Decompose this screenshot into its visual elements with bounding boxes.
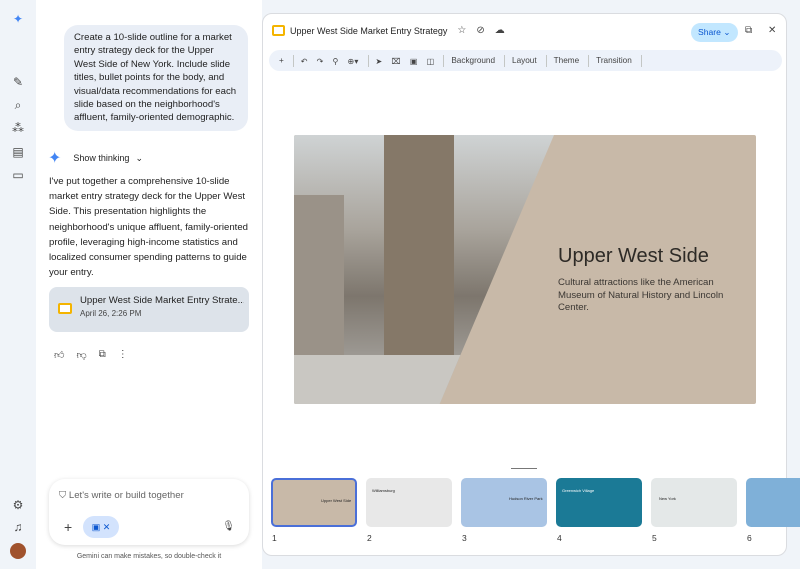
layout-button[interactable]: Layout [512,56,537,65]
presentation-title: Upper West Side Market Entry Strategy [290,26,447,36]
folder-icon[interactable]: ▭ [11,168,25,182]
settings-icon[interactable]: ⚙ [11,498,25,512]
chevron-down-icon: ⌄ [135,153,143,164]
left-rail: ✦ ✎ ⌕ ⁂ ▤ ▭ ⚙ ♫ [0,0,36,569]
slide-thumbnail[interactable]: Upper West Side [271,478,357,527]
image-icon[interactable]: ▣ [410,56,418,66]
cloud-icon[interactable]: ☁ [495,25,505,36]
slide-title: Upper West Side [558,245,709,268]
move-icon[interactable]: ⊘ [476,25,484,36]
slide-number: 1 [272,533,277,543]
doc-title: Upper West Side Market Entry Strate... [80,295,244,306]
thumbnail-title: Upper West Side [321,498,351,503]
slide-number: 3 [462,533,467,543]
gemini-logo-icon[interactable]: ✦ [11,12,25,26]
slide-thumbnail[interactable] [746,478,800,527]
close-icon[interactable]: ✕ [768,25,776,36]
open-external-icon[interactable]: ⧉ [745,25,752,36]
street-photo [294,135,554,404]
slides-icon [58,303,72,314]
show-thinking-label: Show thinking [73,153,129,163]
zoom-icon[interactable]: ⊕▾ [348,56,359,66]
slide-number: 6 [747,533,752,543]
thumbnail-title: Williamsburg [372,488,395,493]
slide-number: 2 [367,533,372,543]
paint-format-icon[interactable]: ⚲ [333,56,339,66]
shield-icon: ⛉ [59,490,69,501]
filmstrip-divider[interactable] [511,468,537,469]
canvas-tool-chip[interactable]: ▣ ✕ [83,516,119,538]
new-chat-icon[interactable]: ✎ [11,75,25,89]
slide-subtitle: Cultural attractions like the American M… [558,277,733,315]
slide-thumbnail[interactable]: Hudson River Park [461,478,547,527]
gemini-spark-icon: ✦ [48,148,61,168]
microphone-icon[interactable]: 🎙︎ [222,521,235,532]
document-card[interactable]: Upper West Side Market Entry Strate... Ap… [49,287,249,332]
search-icon[interactable]: ⌕ [11,98,25,112]
redo-icon[interactable]: ↷ [317,56,324,66]
share-label: Share [698,27,721,37]
star-icon[interactable]: ☆ [457,25,466,36]
thumbnail-title: Hudson River Park [509,496,543,501]
undo-icon[interactable]: ↶ [301,56,308,66]
input-placeholder: Let's write or build together [69,490,184,501]
background-button[interactable]: Background [451,56,495,65]
slide-thumbnail[interactable]: Greenwich Village [556,478,642,527]
response-text: I've put together a comprehensive 10-sli… [49,174,249,280]
slide-thumbnail[interactable]: New York [651,478,737,527]
theme-button[interactable]: Theme [554,56,579,65]
thumbnail-title: Greenwich Village [562,488,594,493]
filmstrip: Upper West Side Williamsburg Hudson River … [271,478,800,527]
thumbs-down-icon[interactable]: 👎︎ [76,349,86,361]
current-slide[interactable]: Upper West Side Cultural attractions lik… [294,135,756,404]
user-prompt: Create a 10-slide outline for a market e… [64,25,248,131]
slide-thumbnail[interactable]: Williamsburg [366,478,452,527]
show-thinking-toggle[interactable]: ✦ Show thinking ⌄ [48,148,143,168]
select-icon[interactable]: ➤ [376,56,383,66]
add-icon[interactable]: + [64,519,72,535]
share-button[interactable]: Share ⌄ [691,23,738,42]
prompt-input[interactable]: ⛉ Let's write or build together + ▣ ✕ 🎙︎ [49,479,249,545]
toolbar: + ↶ ↷ ⚲ ⊕▾ ➤ ⌧ ▣ ◫ Background Layout Theme Tra… [269,50,782,71]
doc-date: April 26, 2:26 PM [80,309,249,318]
thumbs-up-icon[interactable]: 👍︎ [54,349,64,361]
copy-icon[interactable]: ⧉ [99,349,106,361]
avatar[interactable] [10,543,26,559]
shape-icon[interactable]: ◫ [427,56,435,66]
text-box-icon[interactable]: ⌧ [391,56,400,66]
notification-icon[interactable]: ♫ [11,520,25,534]
transition-button[interactable]: Transition [596,56,632,65]
add-icon[interactable]: + [279,56,284,65]
disclaimer: Gemini can make mistakes, so double-chec… [36,553,262,560]
chat-panel: Create a 10-slide outline for a market e… [36,0,262,569]
thumbnail-title: New York [659,496,676,501]
gems-icon[interactable]: ⁂ [11,121,25,135]
slides-editor: Upper West Side Market Entry Strategy ☆ ⊘ ☁… [262,13,787,556]
notebook-icon[interactable]: ▤ [11,145,25,159]
more-icon[interactable]: ⋮ [118,349,128,361]
slides-logo-icon [272,25,285,36]
slide-number: 4 [557,533,562,543]
slide-number: 5 [652,533,657,543]
